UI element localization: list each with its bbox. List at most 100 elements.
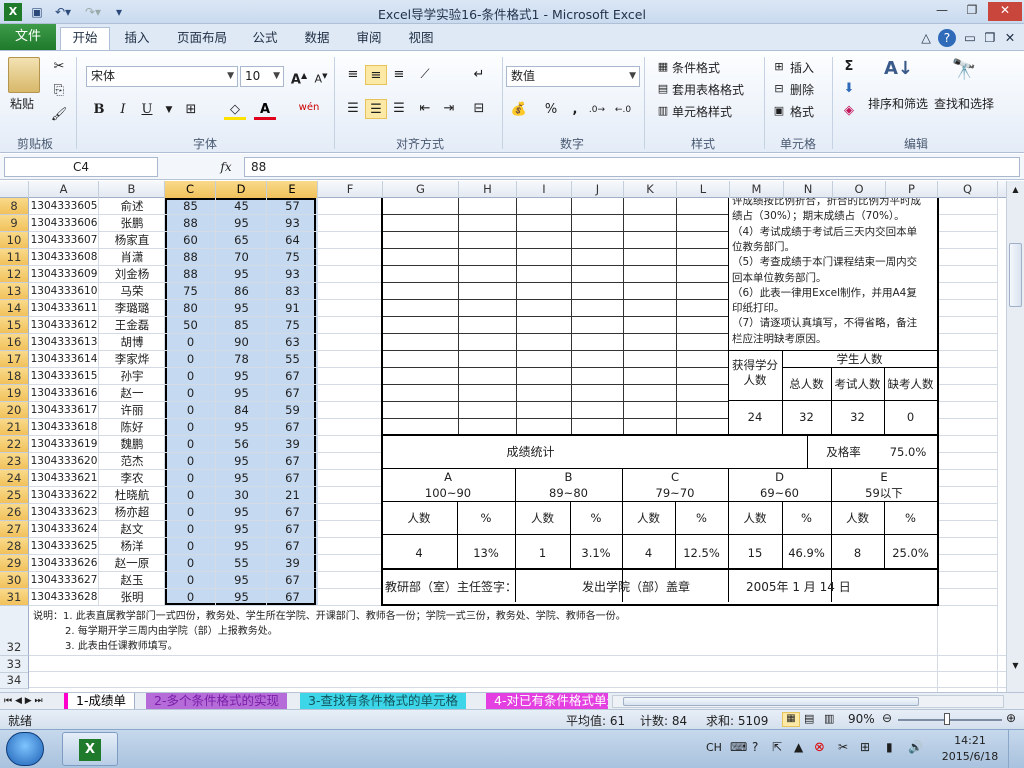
- row-header[interactable]: 11: [0, 249, 29, 266]
- sort-filter-icon[interactable]: A↓: [884, 59, 913, 89]
- student-name-cell[interactable]: 胡博: [99, 334, 165, 351]
- page-layout-view-icon[interactable]: ▤: [804, 712, 814, 725]
- phonetic-button[interactable]: wén: [298, 98, 320, 118]
- score-d-cell[interactable]: 95: [216, 504, 267, 521]
- student-name-cell[interactable]: 肖潇: [99, 249, 165, 266]
- score-d-cell[interactable]: 70: [216, 249, 267, 266]
- col-header-h[interactable]: H: [459, 181, 517, 198]
- merge-center-icon[interactable]: ⊟: [468, 99, 490, 119]
- student-name-cell[interactable]: 魏鹏: [99, 436, 165, 453]
- autosum-button[interactable]: Σ: [838, 57, 860, 77]
- student-id-cell[interactable]: 1304333616: [29, 385, 99, 402]
- clock-date[interactable]: 2015/6/18: [940, 750, 1000, 763]
- row-header[interactable]: 32: [0, 606, 29, 656]
- score-e-cell[interactable]: 57: [267, 198, 318, 215]
- tab-home[interactable]: 开始: [60, 27, 110, 50]
- grade-pct[interactable]: 25.0%: [884, 545, 937, 561]
- grade-count[interactable]: 4: [622, 545, 675, 561]
- student-name-cell[interactable]: 李家烨: [99, 351, 165, 368]
- col-header-d[interactable]: D: [216, 181, 267, 198]
- score-c-cell[interactable]: 0: [165, 504, 216, 521]
- student-name-cell[interactable]: 赵一原: [99, 555, 165, 572]
- grade-pct[interactable]: 13%: [457, 545, 515, 561]
- clear-icon[interactable]: ◈: [838, 101, 860, 121]
- cell-styles-icon[interactable]: ▥: [652, 101, 674, 121]
- score-c-cell[interactable]: 0: [165, 589, 216, 606]
- col-header-q[interactable]: Q: [938, 181, 998, 198]
- table-format-icon[interactable]: ▤: [652, 79, 674, 99]
- score-d-cell[interactable]: 30: [216, 487, 267, 504]
- clock-time[interactable]: 14:21: [940, 734, 1000, 747]
- col-header-k[interactable]: K: [624, 181, 677, 198]
- score-d-cell[interactable]: 65: [216, 232, 267, 249]
- row-header[interactable]: 23: [0, 453, 29, 470]
- score-c-cell[interactable]: 88: [165, 249, 216, 266]
- student-id-cell[interactable]: 1304333607: [29, 232, 99, 249]
- student-id-cell[interactable]: 1304333625: [29, 538, 99, 555]
- align-center-icon[interactable]: ☰: [365, 99, 387, 119]
- score-e-cell[interactable]: 93: [267, 215, 318, 232]
- score-e-cell[interactable]: 67: [267, 538, 318, 555]
- grow-font-icon[interactable]: A▲: [288, 66, 310, 87]
- row-header[interactable]: 26: [0, 504, 29, 521]
- row-header[interactable]: 15: [0, 317, 29, 334]
- score-c-cell[interactable]: 75: [165, 283, 216, 300]
- scroll-thumb[interactable]: [1009, 243, 1022, 307]
- row-header[interactable]: 27: [0, 521, 29, 538]
- table-format-button[interactable]: 套用表格格式: [672, 81, 744, 98]
- cut-icon[interactable]: ✂: [48, 57, 70, 77]
- score-e-cell[interactable]: 67: [267, 521, 318, 538]
- keyboard-icon[interactable]: ⌨: [730, 740, 747, 754]
- zoom-level[interactable]: 90%: [848, 712, 875, 726]
- score-c-cell[interactable]: 0: [165, 521, 216, 538]
- orientation-icon[interactable]: ⟋: [414, 65, 436, 85]
- align-top-icon[interactable]: ≡: [342, 65, 364, 85]
- percent-button[interactable]: %: [540, 100, 562, 120]
- align-right-icon[interactable]: ☰: [388, 99, 410, 119]
- score-e-cell[interactable]: 75: [267, 249, 318, 266]
- sheet-nav-icons[interactable]: ⏮ ◀ ▶ ⏭: [2, 693, 45, 710]
- score-d-cell[interactable]: 95: [216, 300, 267, 317]
- tray-arrow-icon[interactable]: ⇱: [772, 740, 782, 754]
- score-d-cell[interactable]: 55: [216, 555, 267, 572]
- name-box[interactable]: C4: [4, 157, 158, 177]
- score-d-cell[interactable]: 56: [216, 436, 267, 453]
- fill-icon[interactable]: ⬇: [838, 79, 860, 99]
- show-hidden-icons[interactable]: ▲: [794, 740, 803, 754]
- network-icon[interactable]: ▮: [886, 740, 893, 754]
- underline-dropdown-icon[interactable]: ▼: [158, 100, 180, 120]
- tab-formulas[interactable]: 公式: [246, 28, 284, 50]
- student-name-cell[interactable]: 李农: [99, 470, 165, 487]
- row-header[interactable]: 9: [0, 215, 29, 232]
- grade-count[interactable]: 15: [728, 545, 782, 561]
- zoom-out-icon[interactable]: ⊖: [882, 711, 892, 725]
- exam-value[interactable]: 32: [831, 409, 884, 425]
- format-painter-icon[interactable]: 🖌: [48, 105, 70, 125]
- col-header-b[interactable]: B: [99, 181, 165, 198]
- student-name-cell[interactable]: 俞述: [99, 198, 165, 215]
- currency-icon[interactable]: 💰: [508, 100, 530, 120]
- workbook-close-icon[interactable]: ✕: [1002, 28, 1018, 50]
- copy-icon[interactable]: ⎘: [48, 81, 70, 101]
- score-e-cell[interactable]: 67: [267, 419, 318, 436]
- student-id-cell[interactable]: 1304333617: [29, 402, 99, 419]
- score-d-cell[interactable]: 84: [216, 402, 267, 419]
- grade-pct[interactable]: 46.9%: [782, 545, 831, 561]
- row-header[interactable]: 29: [0, 555, 29, 572]
- student-name-cell[interactable]: 赵文: [99, 521, 165, 538]
- row-header[interactable]: 16: [0, 334, 29, 351]
- student-name-cell[interactable]: 刘金杨: [99, 266, 165, 283]
- zoom-in-icon[interactable]: ⊕: [1006, 711, 1016, 725]
- sheet-tab-2[interactable]: 2-多个条件格式的实现: [146, 693, 287, 710]
- col-header-i[interactable]: I: [517, 181, 572, 198]
- font-color-icon[interactable]: A: [254, 100, 276, 120]
- row-header[interactable]: 13: [0, 283, 29, 300]
- sheet-tab-3[interactable]: 3-查找有条件格式的单元格: [300, 693, 466, 710]
- number-format-combo[interactable]: 数值 ▼: [506, 66, 640, 87]
- score-d-cell[interactable]: 95: [216, 572, 267, 589]
- score-c-cell[interactable]: 50: [165, 317, 216, 334]
- wrap-text-icon[interactable]: ↵: [468, 65, 490, 85]
- close-button[interactable]: ✕: [988, 2, 1022, 21]
- sheet-tab-1[interactable]: 1-成绩单: [64, 693, 135, 710]
- student-name-cell[interactable]: 杨亦超: [99, 504, 165, 521]
